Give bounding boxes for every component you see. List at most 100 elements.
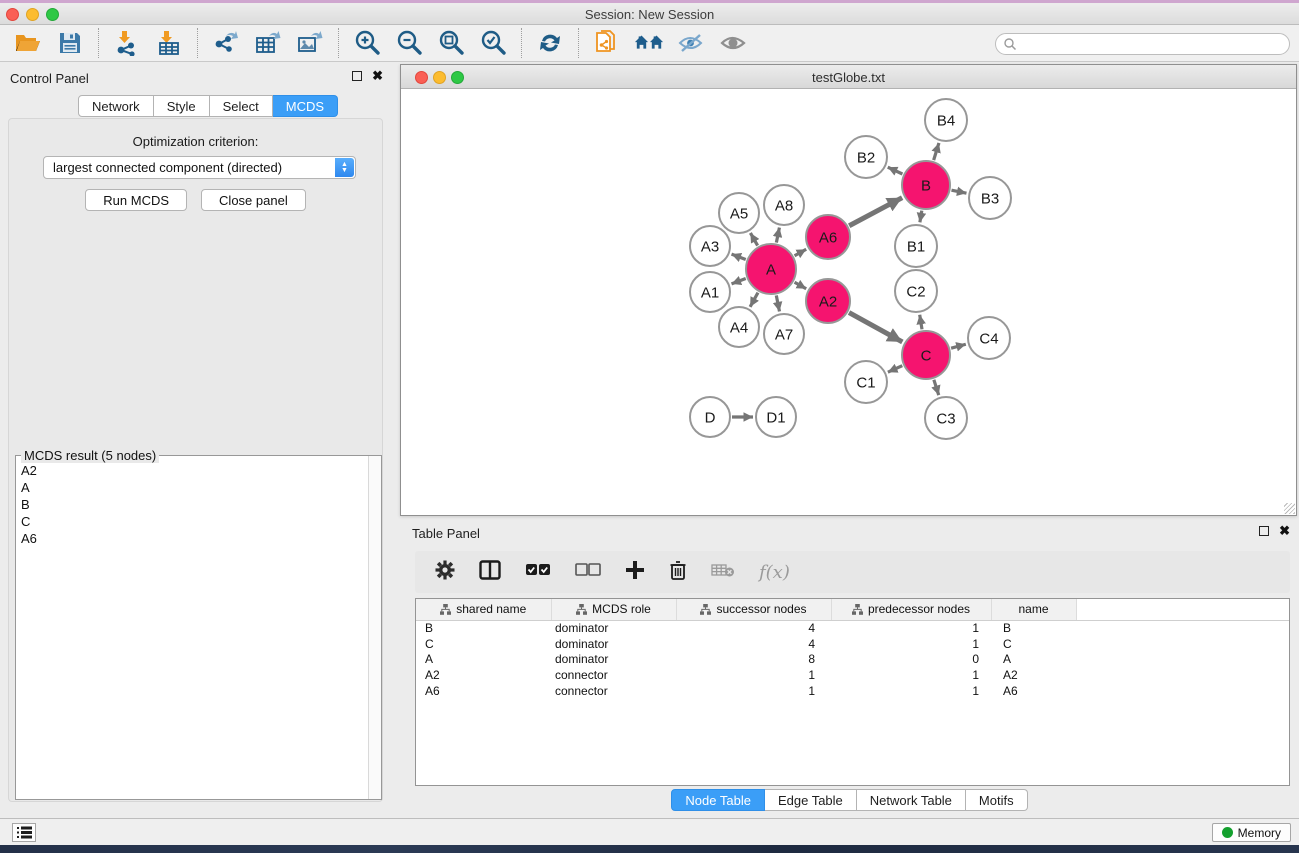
edge-A6-B[interactable] — [849, 198, 902, 226]
table-cell[interactable]: 4 — [676, 620, 831, 636]
tab-network[interactable]: Network — [78, 95, 154, 117]
show-panel-icon[interactable] — [718, 28, 748, 58]
result-item[interactable]: B — [16, 496, 361, 513]
table-cell[interactable]: 1 — [676, 683, 831, 699]
table-cell[interactable]: connector — [551, 667, 676, 683]
node-A1[interactable]: A1 — [690, 272, 730, 312]
save-icon[interactable] — [55, 28, 85, 58]
node-D[interactable]: D — [690, 397, 730, 437]
function-builder-icon[interactable]: f(x) — [759, 562, 790, 583]
table-cell[interactable]: A2 — [416, 667, 551, 683]
table-row[interactable]: Bdominator41B — [416, 620, 1290, 636]
edge-C-C2[interactable] — [920, 315, 922, 330]
node-C[interactable]: C — [902, 331, 950, 379]
table-cell[interactable]: 4 — [676, 636, 831, 652]
open-folder-icon[interactable] — [13, 28, 43, 58]
column-view-icon[interactable] — [479, 560, 501, 585]
mcds-result-list[interactable]: A2ABCA6 — [16, 462, 361, 798]
edge-A-A5[interactable] — [750, 233, 757, 246]
table-cell[interactable]: 0 — [831, 652, 991, 668]
run-mcds-button[interactable]: Run MCDS — [85, 189, 187, 211]
column-header[interactable]: MCDS role — [551, 599, 676, 620]
window-resize-grip[interactable] — [1284, 503, 1295, 514]
table-cell[interactable]: dominator — [551, 652, 676, 668]
node-A7[interactable]: A7 — [764, 314, 804, 354]
edge-B-B4[interactable] — [934, 143, 939, 160]
edge-B-B2[interactable] — [888, 167, 903, 174]
node-C1[interactable]: C1 — [845, 361, 887, 403]
edge-C-C3[interactable] — [934, 380, 939, 395]
table-cell[interactable]: 8 — [676, 652, 831, 668]
node-B2[interactable]: B2 — [845, 136, 887, 178]
tab-select[interactable]: Select — [210, 95, 273, 117]
edge-A-A7[interactable] — [776, 295, 779, 311]
close-panel-button[interactable]: Close panel — [201, 189, 306, 211]
table-row[interactable]: Cdominator41C — [416, 636, 1290, 652]
export-network-icon[interactable] — [211, 28, 241, 58]
delete-icon[interactable] — [669, 560, 687, 585]
edge-A-A2[interactable] — [795, 282, 807, 289]
table-cell[interactable]: 1 — [831, 636, 991, 652]
edge-A-A6[interactable] — [795, 249, 807, 256]
table-row[interactable]: Adominator80A — [416, 652, 1290, 668]
column-header[interactable]: shared name — [416, 599, 551, 620]
network-graph[interactable]: B4B2BB3A5A8A6A3B1AC2A1A2A4A7C4CC1C3DD1 — [401, 89, 1296, 515]
refresh-icon[interactable] — [535, 28, 565, 58]
task-history-button[interactable] — [12, 823, 36, 842]
tab-network-table[interactable]: Network Table — [857, 789, 966, 811]
network-window-titlebar[interactable]: testGlobe.txt — [401, 65, 1296, 89]
table-cell[interactable]: dominator — [551, 620, 676, 636]
table-cell[interactable]: connector — [551, 683, 676, 699]
gear-icon[interactable] — [435, 560, 455, 585]
column-header[interactable]: predecessor nodes — [831, 599, 991, 620]
close-panel-icon[interactable]: ✖ — [1279, 526, 1290, 536]
search-input[interactable] — [1017, 35, 1289, 53]
result-item[interactable]: A2 — [16, 462, 361, 479]
node-B4[interactable]: B4 — [925, 99, 967, 141]
node-A2[interactable]: A2 — [806, 279, 850, 323]
node-A6[interactable]: A6 — [806, 215, 850, 259]
deselect-all-icon[interactable] — [575, 563, 601, 582]
node-A4[interactable]: A4 — [719, 307, 759, 347]
open-session-file-icon[interactable] — [592, 28, 622, 58]
edge-B-B1[interactable] — [920, 211, 922, 223]
edge-A2-C[interactable] — [849, 313, 902, 342]
node-B1[interactable]: B1 — [895, 225, 937, 267]
criterion-select[interactable]: largest connected component (directed) ▲… — [43, 156, 356, 179]
zoom-fit-icon[interactable] — [436, 28, 466, 58]
column-header[interactable]: name — [991, 599, 1076, 620]
table-row[interactable]: A2connector11A2 — [416, 667, 1290, 683]
close-panel-icon[interactable]: ✖ — [372, 71, 383, 81]
float-panel-icon[interactable] — [352, 71, 362, 81]
tab-mcds[interactable]: MCDS — [273, 95, 338, 117]
table-cell[interactable]: A — [416, 652, 551, 668]
column-header[interactable]: successor nodes — [676, 599, 831, 620]
table-cell[interactable]: 1 — [831, 667, 991, 683]
node-A3[interactable]: A3 — [690, 226, 730, 266]
export-image-icon[interactable] — [295, 28, 325, 58]
result-item[interactable]: A6 — [16, 530, 361, 547]
node-C4[interactable]: C4 — [968, 317, 1010, 359]
node-table[interactable]: shared nameMCDS rolesuccessor nodesprede… — [415, 598, 1290, 786]
search-field[interactable] — [995, 33, 1290, 55]
table-cell[interactable]: 1 — [831, 683, 991, 699]
node-B3[interactable]: B3 — [969, 177, 1011, 219]
result-scrollbar[interactable] — [368, 456, 381, 799]
table-cell[interactable]: A2 — [991, 667, 1076, 683]
network-canvas[interactable]: B4B2BB3A5A8A6A3B1AC2A1A2A4A7C4CC1C3DD1 — [401, 89, 1296, 515]
table-cell[interactable]: B — [416, 620, 551, 636]
tab-edge-table[interactable]: Edge Table — [765, 789, 857, 811]
import-network-icon[interactable] — [112, 28, 142, 58]
tab-node-table[interactable]: Node Table — [671, 789, 765, 811]
edge-B-B3[interactable] — [951, 190, 966, 193]
edge-A-A8[interactable] — [776, 228, 779, 243]
table-cell[interactable]: A — [991, 652, 1076, 668]
select-all-icon[interactable] — [525, 563, 551, 582]
result-item[interactable]: A — [16, 479, 361, 496]
node-D1[interactable]: D1 — [756, 397, 796, 437]
table-cell[interactable]: 1 — [831, 620, 991, 636]
table-cell[interactable]: C — [416, 636, 551, 652]
table-cell[interactable]: dominator — [551, 636, 676, 652]
table-row[interactable]: A6connector11A6 — [416, 683, 1290, 699]
zoom-in-icon[interactable] — [352, 28, 382, 58]
